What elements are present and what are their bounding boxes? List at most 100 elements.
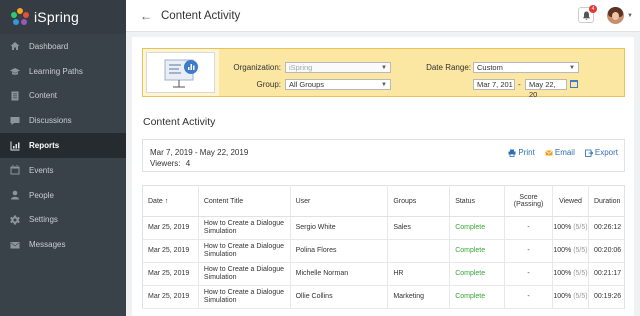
organization-label: Organization: (233, 63, 281, 72)
document-icon (10, 91, 20, 101)
sidebar-item-label: Dashboard (29, 41, 69, 51)
envelope-icon (10, 240, 20, 250)
sidebar-item-learning-paths[interactable]: Learning Paths (0, 59, 126, 84)
cell-date: Mar 25, 2019 (142, 262, 199, 286)
cell-content-title: How to Create a Dialogue Simulation (198, 262, 291, 286)
cell-duration: 00:21:17 (588, 262, 625, 286)
content-panel: Organization: iSpring ▼ Group: All Groups… (132, 37, 634, 316)
calendar-icon (10, 165, 20, 175)
cell-user: Sergio White (290, 216, 389, 240)
sidebar-item-content[interactable]: Content (0, 84, 126, 109)
date-separator: - (518, 80, 521, 89)
cell-groups: Marketing (387, 285, 451, 309)
column-header-user[interactable]: User (290, 185, 389, 217)
cell-user: Ollie Collins (290, 285, 389, 309)
table-row[interactable]: Mar 25, 2019 How to Create a Dialogue Sim… (142, 285, 625, 309)
email-button[interactable]: Email (545, 148, 575, 157)
cell-groups (387, 239, 451, 263)
column-header-duration[interactable]: Duration (588, 185, 625, 217)
ispring-logo-icon (11, 8, 29, 25)
date-range-summary: Mar 7, 2019 - May 22, 2019 (150, 148, 249, 157)
activity-table: Date ↑ Content Title User Groups Status … (142, 185, 625, 309)
sidebar-item-label: Events (29, 165, 54, 175)
sidebar-item-label: Learning Paths (29, 66, 83, 76)
sidebar-item-people[interactable]: People (0, 183, 126, 208)
column-header-content-title[interactable]: Content Title (198, 185, 291, 217)
chevron-down-icon: ▼ (381, 82, 387, 88)
column-header-viewed[interactable]: Viewed (552, 185, 589, 217)
sidebar-item-reports[interactable]: Reports (0, 133, 126, 158)
cell-status: Complete (449, 216, 506, 240)
column-header-score[interactable]: Score (Passing) (504, 185, 554, 217)
date-from-input[interactable]: Mar 7, 201 (473, 79, 515, 90)
cell-content-title: How to Create a Dialogue Simulation (198, 239, 291, 263)
organization-select[interactable]: iSpring ▼ (285, 62, 391, 73)
sidebar-item-messages[interactable]: Messages (0, 232, 126, 257)
table-row[interactable]: Mar 25, 2019 How to Create a Dialogue Sim… (142, 262, 625, 286)
printer-icon (508, 149, 516, 157)
sidebar-item-settings[interactable]: Settings (0, 208, 126, 233)
cell-status: Complete (449, 239, 506, 263)
chat-icon (10, 116, 20, 126)
report-actions: Print Email Export (508, 148, 618, 157)
cell-viewed: 100% (5/5) (552, 262, 589, 286)
viewers-label: Viewers: (150, 159, 181, 168)
viewers-count: 4 (185, 159, 191, 168)
table-row[interactable]: Mar 25, 2019 How to Create a Dialogue Sim… (142, 216, 625, 240)
date-range-label: Date Range: (426, 63, 471, 72)
bar-chart-icon (10, 141, 20, 151)
sidebar-item-label: Reports (29, 141, 60, 151)
app-name: iSpring (34, 9, 79, 25)
sidebar-item-label: Messages (29, 240, 66, 250)
print-button[interactable]: Print (508, 148, 535, 157)
column-header-groups[interactable]: Groups (387, 185, 451, 217)
envelope-icon (545, 149, 553, 155)
cell-date: Mar 25, 2019 (142, 285, 199, 309)
sidebar-item-events[interactable]: Events (0, 158, 126, 183)
section-title: Content Activity (143, 116, 216, 128)
person-icon (10, 190, 20, 200)
cell-duration: 00:19:26 (588, 285, 625, 309)
sidebar-item-dashboard[interactable]: Dashboard (0, 34, 126, 59)
cell-viewed: 100% (5/5) (552, 285, 589, 309)
viewers-summary: Viewers: 4 (150, 159, 190, 168)
sidebar: iSpring Dashboard Learning Paths Content… (0, 0, 126, 316)
table-header-row: Date ↑ Content Title User Groups Status … (142, 185, 625, 217)
date-to-input[interactable]: May 22, 20 (525, 79, 567, 99)
cell-content-title: How to Create a Dialogue Simulation (198, 216, 291, 240)
avatar[interactable] (607, 7, 624, 24)
sidebar-item-label: Settings (29, 215, 58, 225)
group-select[interactable]: All Groups ▼ (285, 79, 391, 90)
sidebar-item-label: Content (29, 91, 58, 101)
cell-groups: HR (387, 262, 451, 286)
report-thumbnail (146, 52, 215, 93)
chevron-down-icon[interactable]: ▼ (627, 13, 633, 19)
page-title: Content Activity (161, 9, 241, 22)
cell-score: - (504, 239, 554, 263)
table-row[interactable]: Mar 25, 2019 How to Create a Dialogue Sim… (142, 239, 625, 263)
cell-score: - (504, 262, 554, 286)
back-arrow-icon[interactable]: ← (140, 9, 152, 23)
date-range-select[interactable]: Custom ▼ (473, 62, 579, 73)
column-header-status[interactable]: Status (449, 185, 506, 217)
sidebar-item-discussions[interactable]: Discussions (0, 108, 126, 133)
export-icon (584, 149, 593, 157)
calendar-icon[interactable] (570, 80, 578, 88)
cell-viewed: 100% (5/5) (552, 239, 589, 263)
cell-user: Polina Flores (290, 239, 389, 263)
filter-bar: Organization: iSpring ▼ Group: All Groups… (142, 48, 625, 99)
gear-icon (10, 215, 20, 225)
cell-status: Complete (449, 262, 506, 286)
notifications-button[interactable]: 4 (578, 5, 597, 23)
export-button[interactable]: Export (584, 148, 618, 157)
chevron-down-icon: ▼ (381, 65, 387, 71)
group-label: Group: (256, 80, 281, 89)
top-bar: ← Content Activity 4 ▼ (126, 0, 640, 32)
bell-icon (582, 10, 590, 20)
logo[interactable]: iSpring (0, 0, 126, 34)
cell-status: Complete (449, 285, 506, 309)
cell-groups: Sales (387, 216, 451, 240)
graduation-cap-icon (10, 66, 20, 76)
cell-date: Mar 25, 2019 (142, 216, 199, 240)
column-header-date[interactable]: Date ↑ (142, 185, 199, 217)
